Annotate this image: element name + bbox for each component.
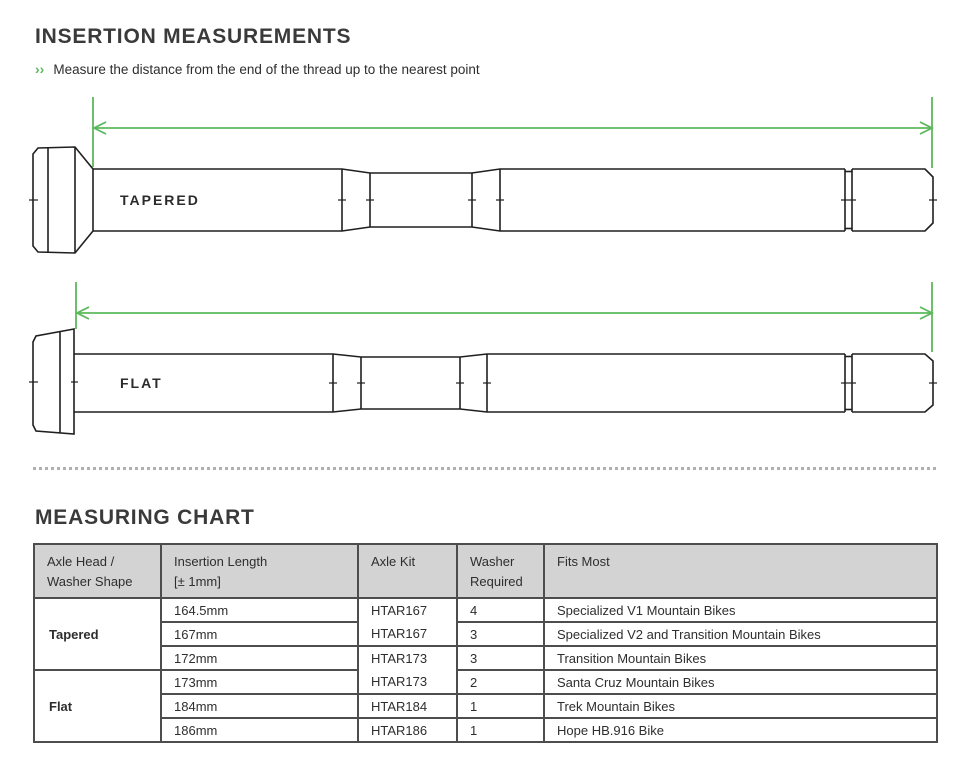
header-washer-required: Washer Required — [457, 544, 544, 598]
cell-axle-kit: HTAR167 — [358, 622, 457, 646]
table-row: Tapered 164.5mm HTAR167 4 Specialized V1… — [34, 598, 937, 622]
cell-axle-kit: HTAR186 — [358, 718, 457, 742]
cell-axle-kit: HTAR167 — [358, 598, 457, 622]
header-axle-head-washer-shape: Axle Head / Washer Shape — [34, 544, 161, 598]
table-row: 186mm HTAR186 1 Hope HB.916 Bike — [34, 718, 937, 742]
cell-washer-required: 2 — [457, 670, 544, 694]
tapered-axle-shape: TAPERED — [29, 147, 937, 253]
cell-insertion-length: 164.5mm — [161, 598, 358, 622]
page-title-measuring-chart: MEASURING CHART — [35, 506, 255, 530]
cell-insertion-length: 172mm — [161, 646, 358, 670]
cell-insertion-length: 186mm — [161, 718, 358, 742]
cell-washer-required: 1 — [457, 718, 544, 742]
flat-dimension-arrow — [76, 282, 932, 352]
cell-washer-required: 1 — [457, 694, 544, 718]
cell-insertion-length: 184mm — [161, 694, 358, 718]
cell-shape-flat: Flat — [34, 670, 161, 742]
header-insertion-length: Insertion Length [± 1mm] — [161, 544, 358, 598]
cell-fits-most: Trek Mountain Bikes — [544, 694, 937, 718]
table-row: 167mm HTAR167 3 Specialized V2 and Trans… — [34, 622, 937, 646]
page-title-insertion-measurements: INSERTION MEASUREMENTS — [35, 25, 351, 49]
cell-axle-kit: HTAR184 — [358, 694, 457, 718]
header-axle-kit: Axle Kit — [358, 544, 457, 598]
cell-insertion-length: 167mm — [161, 622, 358, 646]
cell-fits-most: Specialized V2 and Transition Mountain B… — [544, 622, 937, 646]
cell-fits-most: Transition Mountain Bikes — [544, 646, 937, 670]
flat-axle-label: FLAT — [120, 375, 163, 391]
cell-washer-required: 3 — [457, 646, 544, 670]
tapered-dimension-arrow — [93, 97, 932, 168]
measuring-chart-table: Axle Head / Washer Shape Insertion Lengt… — [33, 543, 938, 743]
instruction-text: Measure the distance from the end of the… — [53, 62, 479, 77]
dotted-divider — [33, 467, 936, 470]
cell-axle-kit: HTAR173 — [358, 646, 457, 670]
cell-fits-most: Specialized V1 Mountain Bikes — [544, 598, 937, 622]
header-fits-most: Fits Most — [544, 544, 937, 598]
cell-washer-required: 4 — [457, 598, 544, 622]
cell-fits-most: Hope HB.916 Bike — [544, 718, 937, 742]
instruction-line: ›› Measure the distance from the end of t… — [35, 61, 480, 77]
flat-axle-shape: FLAT — [29, 329, 937, 434]
cell-fits-most: Santa Cruz Mountain Bikes — [544, 670, 937, 694]
tapered-axle-label: TAPERED — [120, 192, 200, 208]
table-row: 184mm HTAR184 1 Trek Mountain Bikes — [34, 694, 937, 718]
cell-shape-tapered: Tapered — [34, 598, 161, 670]
double-chevron-icon: ›› — [35, 61, 44, 77]
axle-diagrams: TAPERED FLAT — [0, 90, 970, 460]
cell-axle-kit: HTAR173 — [358, 670, 457, 694]
table-row: Flat 173mm HTAR173 2 Santa Cruz Mountain… — [34, 670, 937, 694]
table-header-row: Axle Head / Washer Shape Insertion Lengt… — [34, 544, 937, 598]
cell-insertion-length: 173mm — [161, 670, 358, 694]
table-row: 172mm HTAR173 3 Transition Mountain Bike… — [34, 646, 937, 670]
cell-washer-required: 3 — [457, 622, 544, 646]
